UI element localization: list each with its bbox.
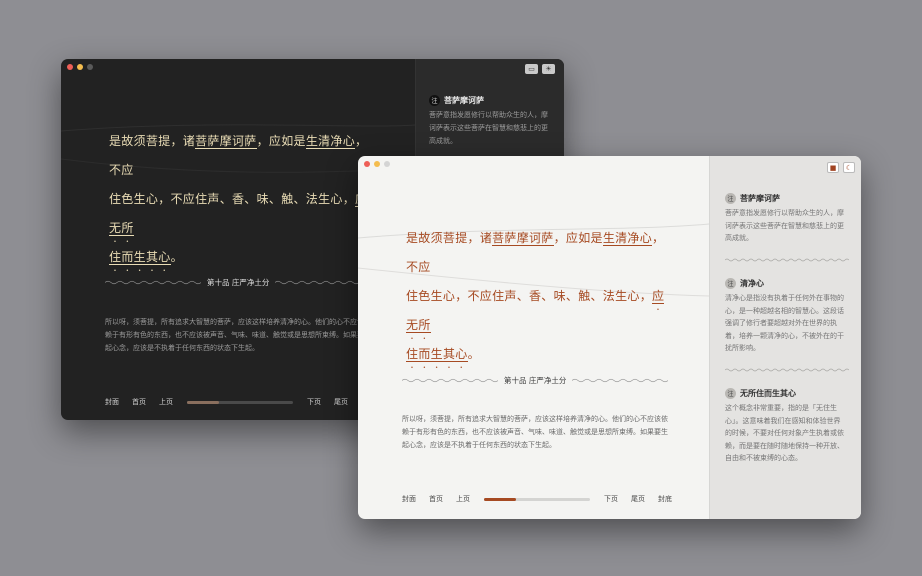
window-controls	[67, 64, 93, 70]
note-title: 无所住而生其心	[740, 388, 796, 398]
wave-divider-right	[275, 280, 372, 285]
term-bodhisattva[interactable]: 菩萨摩诃萨	[195, 134, 257, 149]
translation-paragraph: 所以呀，须菩提，所有追求大智慧的菩萨，应该这样培养清净的心。他们的心不应该依赖于…	[402, 415, 668, 449]
note-body: 菩萨意指发愿修行以帮助众生的人，摩诃萨表示这些菩萨在智慧和慈悲上的更高成就。	[429, 111, 548, 145]
note-header: 注 菩萨摩诃萨	[725, 193, 847, 204]
nav-last[interactable]: 尾页	[631, 494, 645, 504]
window-controls	[364, 161, 390, 167]
note-card: 注 无所住而生其心 这个概念非常重要，指的是「无住生心」。这意味着我们在感知和体…	[725, 388, 847, 465]
note-badge: 注	[725, 278, 736, 289]
emphasis-char: 住	[109, 250, 121, 264]
section-heading: 第十品 庄严净土分	[402, 375, 669, 386]
note-badge: 注	[725, 388, 736, 399]
note-title: 清净心	[740, 278, 764, 288]
verse-text: 住色生心，不应住声、香、味、触、法生心，	[406, 289, 653, 303]
note-body: 菩萨意指发愿修行以帮助众生的人，摩诃萨表示这些菩萨在智慧和慈悲上的更高成就。	[725, 209, 844, 242]
nav-first[interactable]: 首页	[132, 397, 146, 407]
page-navigation: 封面 首页 上页 下页 尾页 封底	[402, 494, 672, 504]
emphasis-char: 无	[406, 318, 418, 332]
verse-text: 是故须菩提，诸	[109, 134, 196, 148]
verse-text: 。	[170, 250, 183, 264]
toolbar: ■ ☾	[827, 162, 855, 173]
note-card: 注 菩萨摩诃萨 菩萨意指发愿修行以帮助众生的人，摩诃萨表示这些菩萨在智慧和慈悲上…	[725, 193, 847, 245]
term-bodhisattva[interactable]: 菩萨摩诃萨	[492, 231, 554, 246]
term-non-abiding-cont[interactable]: 住而生其心	[406, 347, 468, 362]
verse-text: 是故须菩提，诸	[406, 231, 493, 245]
emphasis-char: 所	[121, 221, 133, 235]
zoom-button[interactable]	[87, 64, 93, 70]
emphasis-char: 其	[443, 347, 455, 361]
emphasis-char: 心	[158, 250, 170, 264]
note-header: 注 无所住而生其心	[725, 388, 847, 399]
reading-progress-fill	[484, 497, 516, 501]
emphasis-char: 生	[134, 250, 146, 264]
note-body: 这个概念非常重要，指的是「无住生心」。这意味着我们在感知和体验世界的时候，不要对…	[725, 404, 844, 462]
note-badge: 注	[725, 193, 736, 204]
term-pure-mind[interactable]: 生清净心	[305, 134, 356, 149]
term-non-abiding-cont[interactable]: 住而生其心	[109, 250, 171, 265]
wave-divider-right	[572, 378, 669, 383]
toolbar: ▭ ☀	[525, 64, 555, 74]
note-divider	[725, 368, 849, 372]
translation-paragraph: 所以呀，须菩提，所有追求大智慧的菩萨，应该这样培养清净的心。他们的心不应该依赖于…	[105, 318, 371, 352]
wave-divider-left	[402, 378, 498, 383]
moon-icon[interactable]: ☾	[843, 162, 855, 173]
sutra-verse: 是故须菩提，诸菩萨摩诃萨，应如是生清净心，不应 住色生心，不应住声、香、味、触、…	[406, 224, 676, 369]
verse-text: ，应如是	[256, 134, 306, 148]
zoom-button[interactable]	[384, 161, 390, 167]
emphasis-char: 其	[146, 250, 158, 264]
note-card: 注 清净心 清净心是指没有执着于任何外在事物的心，是一种超越名相的智慧心。这段话…	[725, 278, 847, 355]
verse-text: ，应如是	[553, 231, 603, 245]
emphasis-char: 而	[121, 250, 133, 264]
nav-back-cover[interactable]: 封底	[658, 494, 672, 504]
emphasis-char: 生	[431, 347, 443, 361]
minimize-button[interactable]	[374, 161, 380, 167]
nav-cover[interactable]: 封面	[105, 397, 119, 407]
light-reader-window: ■ ☾ 是故须菩提，诸菩萨摩诃萨，应如是生清净心，不应 住色生心，不应住声、香、…	[358, 156, 861, 519]
minimize-button[interactable]	[77, 64, 83, 70]
term-pure-mind[interactable]: 生清净心	[602, 231, 653, 246]
sidebar-toggle-icon[interactable]: ▭	[525, 64, 538, 74]
emphasis-char: 住	[406, 347, 418, 361]
close-button[interactable]	[67, 64, 73, 70]
emphasis-char: 应	[652, 289, 664, 303]
section-title: 第十品 庄严净土分	[207, 278, 270, 287]
verse-text: 住色生心，不应住声、香、味、触、法生心，	[109, 192, 356, 206]
emphasis-char: 心	[455, 347, 467, 361]
nav-first[interactable]: 首页	[429, 494, 443, 504]
emphasis-char: 无	[109, 221, 121, 235]
note-divider	[725, 258, 849, 262]
note-header: 注 清净心	[725, 278, 847, 289]
emphasis-char: 所	[418, 318, 430, 332]
nav-prev[interactable]: 上页	[456, 494, 470, 504]
nav-next[interactable]: 下页	[307, 397, 321, 407]
nav-last[interactable]: 尾页	[334, 397, 348, 407]
section-heading: 第十品 庄严净土分	[105, 277, 372, 288]
nav-cover[interactable]: 封面	[402, 494, 416, 504]
reading-progress-fill	[187, 400, 219, 404]
nav-prev[interactable]: 上页	[159, 397, 173, 407]
note-title: 菩萨摩诃萨	[740, 193, 780, 203]
sutra-verse: 是故须菩提，诸菩萨摩诃萨，应如是生清净心，不应 住色生心，不应住声、香、味、触、…	[109, 127, 379, 272]
verse-text: 。	[467, 347, 480, 361]
note-title: 菩萨摩诃萨	[444, 95, 484, 105]
nav-next[interactable]: 下页	[604, 494, 618, 504]
reading-progress[interactable]	[484, 497, 590, 501]
emphasis-char: 而	[418, 347, 430, 361]
page-navigation: 封面 首页 上页 下页 尾页	[105, 397, 348, 407]
sidebar-toggle-icon[interactable]: ■	[827, 162, 839, 173]
note-header: 注 菩萨摩诃萨	[429, 95, 484, 106]
note-badge: 注	[429, 95, 440, 106]
sun-icon[interactable]: ☀	[542, 64, 555, 74]
wave-divider-left	[105, 280, 201, 285]
section-title: 第十品 庄严净土分	[504, 376, 567, 385]
note-body: 清净心是指没有执着于任何外在事物的心，是一种超越名相的智慧心。这段话强调了修行者…	[725, 294, 844, 352]
close-button[interactable]	[364, 161, 370, 167]
reading-progress[interactable]	[187, 400, 293, 404]
